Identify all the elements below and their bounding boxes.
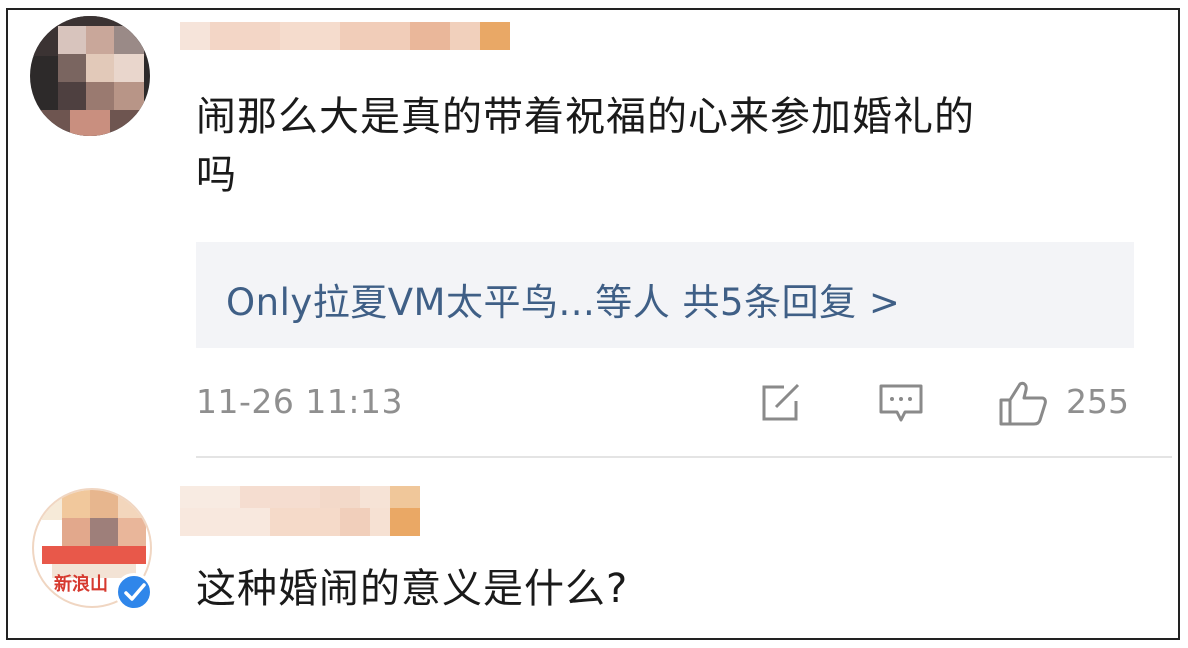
comment-text: 闹那么大是真的带着祝福的心来参加婚礼的 吗	[196, 88, 1106, 204]
like-icon[interactable]	[998, 380, 1048, 426]
username-redacted[interactable]	[180, 486, 420, 508]
avatar-badge-text: 新浪山	[54, 574, 108, 595]
username-redacted	[180, 508, 420, 536]
comment-text-line: 闹那么大是真的带着祝福的心来参加婚礼的	[196, 94, 975, 140]
like-count: 255	[1066, 382, 1129, 421]
verified-icon	[115, 573, 153, 611]
view-replies-link[interactable]: Only拉夏VM太平鸟...等人 共5条回复 >	[226, 272, 900, 326]
username-redacted[interactable]	[180, 22, 510, 50]
share-icon[interactable]	[760, 383, 802, 423]
reply-summary-box[interactable]: Only拉夏VM太平鸟...等人 共5条回复 >	[196, 242, 1134, 348]
comment-timestamp: 11-26 11:13	[196, 382, 403, 421]
comment-text-line: 吗	[196, 152, 237, 198]
avatar[interactable]	[30, 16, 150, 136]
comment-icon[interactable]	[879, 384, 923, 424]
comment-text: 这种婚闹的意义是什么?	[196, 566, 629, 612]
divider	[196, 456, 1172, 458]
